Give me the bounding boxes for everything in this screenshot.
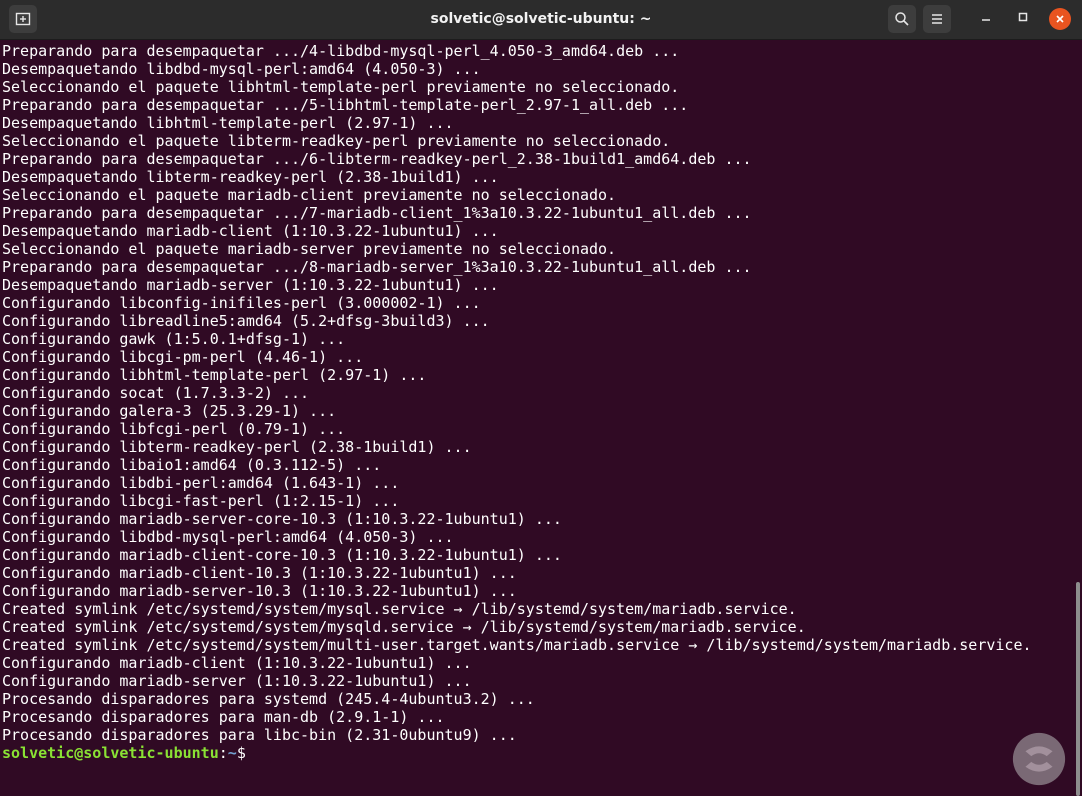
terminal-line: Configurando mariadb-server-core-10.3 (1… — [2, 510, 562, 528]
search-button[interactable] — [888, 5, 916, 33]
maximize-icon — [1017, 10, 1029, 28]
terminal-line: Configurando mariadb-client (1:10.3.22-1… — [2, 654, 472, 672]
minimize-icon — [980, 10, 992, 28]
terminal-line: Configurando libconfig-inifiles-perl (3.… — [2, 294, 481, 312]
scrollbar[interactable] — [1074, 40, 1082, 796]
terminal-line: Desempaquetando mariadb-server (1:10.3.2… — [2, 276, 499, 294]
terminal-line: Seleccionando el paquete libhtml-templat… — [2, 78, 680, 96]
terminal-line: Configurando mariadb-client-core-10.3 (1… — [2, 546, 562, 564]
terminal-window: solvetic@solvetic-ubuntu: ~ Preparando p… — [0, 0, 1082, 796]
title-bar[interactable]: solvetic@solvetic-ubuntu: ~ — [0, 0, 1082, 40]
prompt-symbol: $ — [236, 744, 246, 762]
prompt-separator: : — [218, 744, 228, 762]
terminal-line: Configurando libterm-readkey-perl (2.38-… — [2, 438, 472, 456]
terminal-line: Created symlink /etc/systemd/system/mysq… — [2, 600, 797, 618]
terminal-line: Configurando galera-3 (25.3.29-1) ... — [2, 402, 337, 420]
terminal-line: Configurando mariadb-server-10.3 (1:10.3… — [2, 582, 517, 600]
terminal-line: Configurando libcgi-fast-perl (1:2.15-1)… — [2, 492, 400, 510]
prompt-user-host: solvetic@solvetic-ubuntu — [2, 744, 219, 762]
terminal-line: Desempaquetando mariadb-client (1:10.3.2… — [2, 222, 499, 240]
terminal-line: Seleccionando el paquete libterm-readkey… — [2, 132, 671, 150]
prompt-path: ~ — [227, 744, 237, 762]
terminal-line: Desempaquetando libterm-readkey-perl (2.… — [2, 168, 499, 186]
terminal-line: Procesando disparadores para systemd (24… — [2, 690, 535, 708]
maximize-button[interactable] — [1011, 7, 1035, 31]
terminal-line: Seleccionando el paquete mariadb-server … — [2, 240, 617, 258]
close-button[interactable] — [1048, 7, 1072, 31]
terminal-line: Preparando para desempaquetar .../5-libh… — [2, 96, 689, 114]
terminal-prompt[interactable]: solvetic@solvetic-ubuntu:~$ — [2, 744, 1074, 762]
terminal-line: Configurando libhtml-template-perl (2.97… — [2, 366, 427, 384]
terminal-line: Created symlink /etc/systemd/system/mysq… — [2, 618, 806, 636]
terminal-line: Preparando para desempaquetar .../4-libd… — [2, 42, 680, 60]
terminal-line: Configurando libdbi-perl:amd64 (1.643-1)… — [2, 474, 400, 492]
terminal-line: Desempaquetando libdbd-mysql-perl:amd64 … — [2, 60, 481, 78]
logo-watermark-icon — [1012, 732, 1066, 786]
terminal-line: Configurando mariadb-client-10.3 (1:10.3… — [2, 564, 517, 582]
terminal-line: Preparando para desempaquetar .../8-mari… — [2, 258, 752, 276]
terminal-line: Configurando libfcgi-perl (0.79-1) ... — [2, 420, 346, 438]
terminal-line: Preparando para desempaquetar .../7-mari… — [2, 204, 752, 222]
terminal-line: Procesando disparadores para man-db (2.9… — [2, 708, 445, 726]
terminal-line: Procesando disparadores para libc-bin (2… — [2, 726, 517, 744]
terminal-line: Configurando libcgi-pm-perl (4.46-1) ... — [2, 348, 364, 366]
text-cursor — [246, 744, 255, 761]
terminal-line: Desempaquetando libhtml-template-perl (2… — [2, 114, 454, 132]
terminal-line: Configurando mariadb-server (1:10.3.22-1… — [2, 672, 472, 690]
terminal-line: Configurando socat (1.7.3.3-2) ... — [2, 384, 310, 402]
close-icon — [1049, 8, 1071, 30]
terminal-line: Configurando libdbd-mysql-perl:amd64 (4.… — [2, 528, 454, 546]
terminal-line: Seleccionando el paquete mariadb-client … — [2, 186, 617, 204]
search-icon — [894, 11, 910, 27]
terminal-line: Created symlink /etc/systemd/system/mult… — [2, 636, 1032, 654]
minimize-button[interactable] — [974, 7, 998, 31]
menu-button[interactable] — [923, 5, 951, 33]
hamburger-menu-icon — [929, 11, 945, 27]
terminal-line: Configurando libaio1:amd64 (0.3.112-5) .… — [2, 456, 382, 474]
terminal-line: Configurando gawk (1:5.0.1+dfsg-1) ... — [2, 330, 346, 348]
scrollbar-thumb[interactable] — [1076, 582, 1080, 796]
terminal-line: Configurando libreadline5:amd64 (5.2+dfs… — [2, 312, 490, 330]
window-title: solvetic@solvetic-ubuntu: ~ — [430, 11, 652, 27]
terminal-line: Preparando para desempaquetar .../6-libt… — [2, 150, 752, 168]
terminal-output[interactable]: Preparando para desempaquetar .../4-libd… — [0, 40, 1074, 796]
